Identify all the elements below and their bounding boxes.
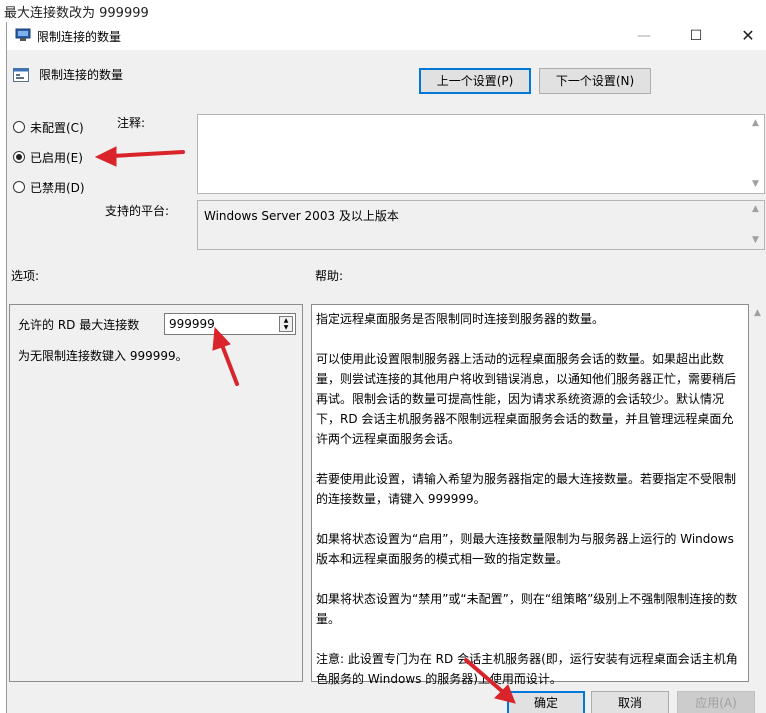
arrow-to-value-head [212,326,231,351]
annotation-arrows [94,146,516,704]
arrow-to-value [220,343,239,386]
arrow-to-enabled-head [94,146,117,167]
arrow-to-ok [464,658,505,694]
arrow-to-enabled [110,150,185,158]
